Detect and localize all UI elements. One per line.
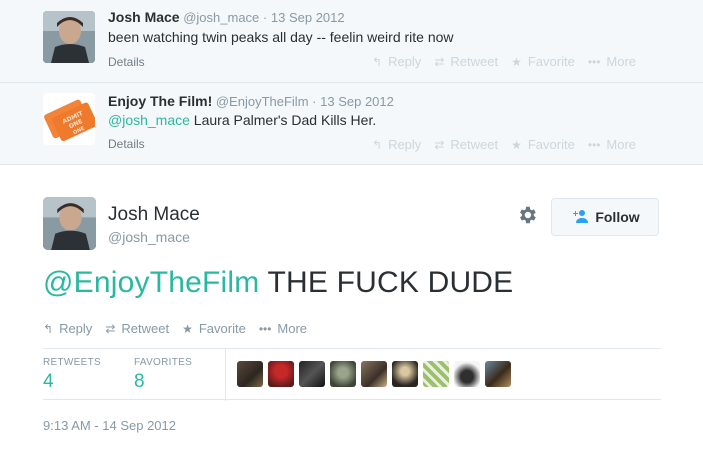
follow-label: Follow: [595, 209, 640, 225]
favorite-label: Favorite: [527, 137, 575, 152]
mention-link[interactable]: @EnjoyTheFilm: [43, 266, 259, 299]
author-name[interactable]: Enjoy The Film!: [108, 93, 212, 109]
retweet-button[interactable]: ⇄ Retweet: [434, 54, 498, 69]
retweet-icon: ⇄: [105, 321, 116, 336]
tweet-actions: ↰ Reply ⇄ Retweet ★ Favorite ••• More: [372, 54, 649, 69]
star-icon: ★: [182, 321, 193, 336]
more-label: More: [277, 321, 308, 336]
more-dots-icon: •••: [587, 54, 601, 69]
retweets-count: 4: [43, 371, 54, 392]
tweet-text-body: Laura Palmer's Dad Kills Her.: [189, 112, 377, 128]
reply-icon: ↰: [372, 137, 383, 152]
retweets-label: RETWEETS: [43, 357, 101, 368]
favorite-button[interactable]: ★ Favorite: [511, 137, 575, 152]
retweet-label: Retweet: [450, 137, 499, 152]
retweet-icon: ⇄: [434, 137, 445, 152]
favoriter-avatars: [237, 361, 511, 387]
more-button[interactable]: ••• More: [588, 137, 636, 152]
tweet-text: @EnjoyTheFilm THE FUCK DUDE: [43, 266, 513, 300]
avatar[interactable]: [330, 361, 356, 387]
tweet-header: Josh Mace @josh_mace · 13 Sep 2012: [108, 9, 345, 25]
follow-person-icon: [570, 209, 589, 226]
author-name[interactable]: Josh Mace: [108, 9, 180, 25]
details-link[interactable]: Details: [108, 137, 145, 151]
retweet-button[interactable]: ⇄ Retweet: [434, 137, 498, 152]
avatar[interactable]: [361, 361, 387, 387]
avatar[interactable]: [43, 197, 96, 250]
favorite-button[interactable]: ★ Favorite: [511, 54, 575, 69]
details-link[interactable]: Details: [108, 55, 145, 69]
favorite-label: Favorite: [527, 54, 575, 69]
reply-label: Reply: [388, 54, 422, 69]
tweet-timestamp[interactable]: 9:13 AM - 14 Sep 2012: [43, 418, 176, 433]
avatar[interactable]: [423, 361, 449, 387]
author-screen-name[interactable]: @EnjoyTheFilm: [216, 94, 309, 109]
more-dots-icon: •••: [258, 321, 272, 336]
reply-icon: ↰: [372, 54, 383, 69]
reply-button[interactable]: ↰ Reply: [372, 54, 421, 69]
avatar[interactable]: [392, 361, 418, 387]
favorites-count: 8: [134, 371, 145, 392]
more-button[interactable]: ••• More: [588, 54, 636, 69]
favorites-label: FAVORITES: [134, 357, 193, 368]
context-tweet: ADMIT ONE ONE Enjoy The Film! @EnjoyTheF…: [0, 83, 703, 165]
retweet-icon: ⇄: [434, 54, 445, 69]
star-icon: ★: [511, 137, 522, 152]
tweet-text: been watching twin peaks all day -- feel…: [108, 29, 454, 45]
context-tweet: Josh Mace @josh_mace · 13 Sep 2012 been …: [0, 0, 703, 83]
separator-dot: ·: [312, 94, 317, 109]
follow-button[interactable]: Follow: [551, 198, 659, 236]
favorite-label: Favorite: [198, 321, 246, 336]
avatar[interactable]: ADMIT ONE ONE: [43, 93, 95, 145]
author-name[interactable]: Josh Mace: [108, 204, 200, 226]
reply-label: Reply: [59, 321, 93, 336]
avatar[interactable]: [485, 361, 511, 387]
reply-button[interactable]: ↰ Reply: [372, 137, 421, 152]
divider: [225, 349, 226, 401]
more-dots-icon: •••: [587, 137, 601, 152]
star-icon: ★: [511, 54, 522, 69]
more-button[interactable]: ••• More: [259, 321, 307, 336]
retweets-stat[interactable]: RETWEETS 4: [43, 357, 101, 393]
tweet-date[interactable]: 13 Sep 2012: [320, 94, 394, 109]
tweet-stats: RETWEETS 4 FAVORITES 8: [43, 348, 661, 401]
author-screen-name[interactable]: @josh_mace: [108, 229, 190, 245]
tweet-text-body: THE FUCK DUDE: [259, 266, 514, 299]
reply-button[interactable]: ↰ Reply: [43, 321, 92, 336]
tweet-actions: ↰ Reply ⇄ Retweet ★ Favorite ••• More: [43, 321, 320, 336]
avatar[interactable]: [454, 361, 480, 387]
tweet-text: @josh_mace Laura Palmer's Dad Kills Her.: [108, 112, 376, 128]
reply-icon: ↰: [43, 321, 54, 336]
reply-label: Reply: [388, 137, 422, 152]
favorite-button[interactable]: ★ Favorite: [182, 321, 246, 336]
retweet-label: Retweet: [121, 321, 170, 336]
tweet-date[interactable]: 13 Sep 2012: [271, 10, 345, 25]
author-screen-name[interactable]: @josh_mace: [183, 10, 259, 25]
mention-link[interactable]: @josh_mace: [108, 112, 190, 128]
separator-dot: ·: [262, 10, 268, 25]
tweet-header: Enjoy The Film! @EnjoyTheFilm · 13 Sep 2…: [108, 93, 394, 109]
avatar[interactable]: [299, 361, 325, 387]
gear-icon[interactable]: [516, 204, 538, 226]
favorites-stat[interactable]: FAVORITES 8: [134, 357, 192, 393]
more-label: More: [606, 54, 637, 69]
retweet-label: Retweet: [450, 54, 499, 69]
more-label: More: [606, 137, 637, 152]
tweet-actions: ↰ Reply ⇄ Retweet ★ Favorite ••• More: [372, 137, 649, 152]
avatar[interactable]: [268, 361, 294, 387]
avatar[interactable]: [237, 361, 263, 387]
retweet-button[interactable]: ⇄ Retweet: [105, 321, 169, 336]
avatar[interactable]: [43, 11, 95, 63]
